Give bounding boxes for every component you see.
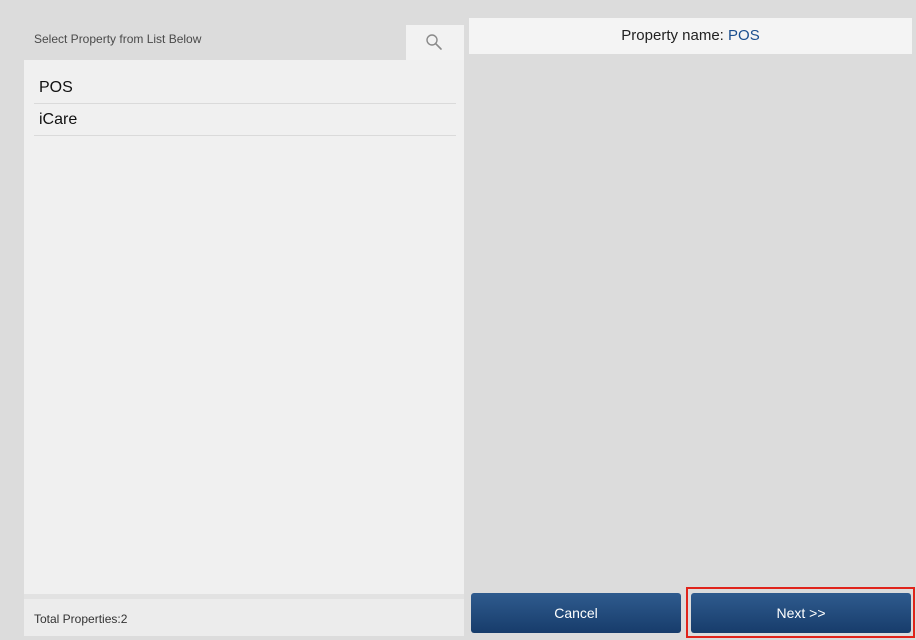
property-name-value: POS (728, 27, 760, 44)
app-window: Select Property from List Below POS iCar… (0, 0, 916, 640)
property-list: POS iCare (34, 72, 456, 136)
next-button[interactable]: Next >> (691, 593, 911, 633)
property-list-title: Select Property from List Below (34, 32, 202, 46)
property-name-header: Property name: POS (469, 18, 912, 54)
total-properties-count: Total Properties:2 (34, 612, 128, 626)
property-list-footer: Total Properties:2 (24, 594, 464, 636)
search-button[interactable] (406, 25, 464, 60)
property-item-pos[interactable]: POS (34, 72, 456, 104)
search-icon (426, 34, 442, 50)
cancel-button[interactable]: Cancel (471, 593, 681, 633)
property-item-icare[interactable]: iCare (34, 104, 456, 136)
property-name-label: Property name: (621, 27, 729, 44)
property-list-panel: Select Property from List Below POS iCar… (24, 18, 464, 636)
property-list-header: Select Property from List Below (24, 18, 464, 60)
